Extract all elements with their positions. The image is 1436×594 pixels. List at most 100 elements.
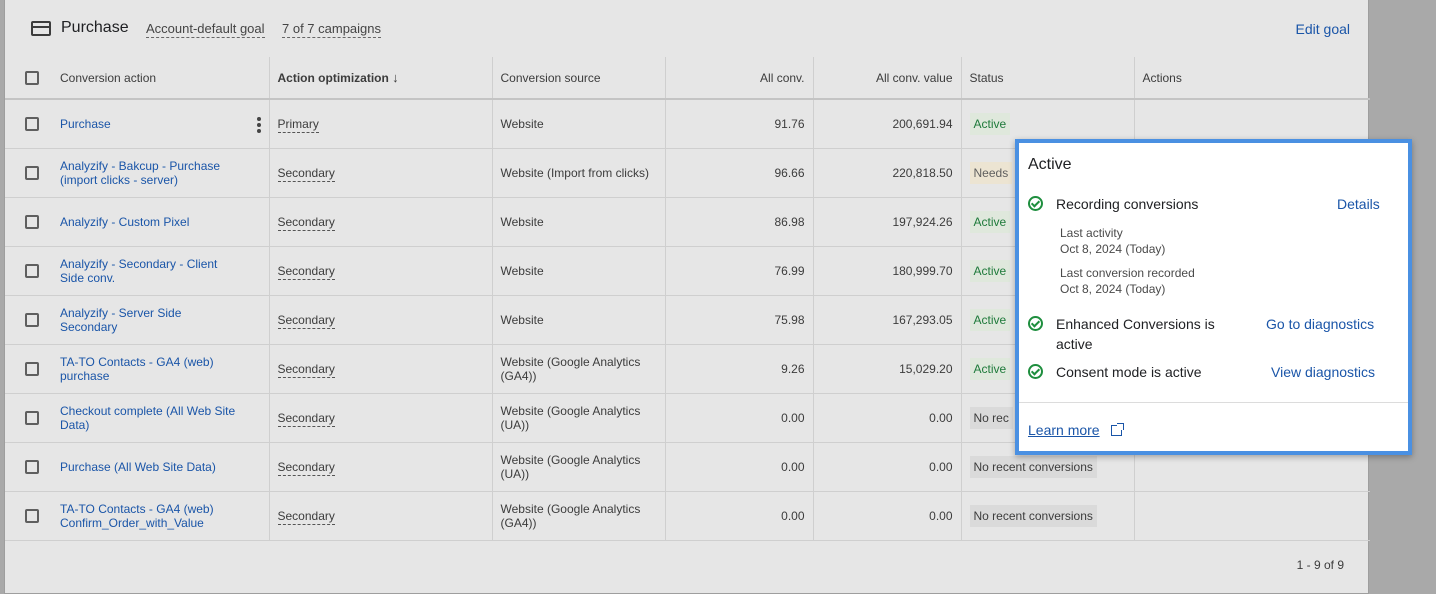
status-badge[interactable]: No recent conversions [969,504,1097,527]
conversion-action-link[interactable]: Analyzify - Secondary - Client Side conv… [60,257,261,285]
status-badge[interactable]: No recent conversions [969,455,1097,478]
all-conv-value-cell: 167,293.05 [813,295,962,345]
col-action-optimization[interactable]: Action optimization ↓ [269,57,493,100]
row-checkbox[interactable] [25,165,39,180]
optimization-cell: Secondary [269,393,493,443]
consent-label: Consent mode is active [1056,364,1202,380]
col-conversion-action[interactable]: Conversion action [52,57,270,100]
row-checkbox-cell [5,99,52,149]
table-row: TA-TO Contacts - GA4 (web) Confirm_Order… [5,491,1370,541]
col-all-conv-value[interactable]: All conv. value [813,57,962,100]
all-conv-value-cell: 200,691.94 [813,99,962,149]
col-actions: Actions [1134,57,1370,100]
all-conv: 96.66 [774,165,805,180]
all-conv-cell: 91.76 [665,99,814,149]
optimization-cell: Secondary [269,197,493,247]
conversion-source: Website [500,116,544,131]
all-conv-cell: 96.66 [665,148,814,198]
optimization-value[interactable]: Secondary [277,508,335,525]
details-link[interactable]: Details [1337,196,1380,212]
status-badge[interactable]: Active [969,259,1011,282]
go-to-diagnostics-link[interactable]: Go to diagnostics [1266,316,1374,332]
conversion-action-link[interactable]: Analyzify - Server Side Secondary [60,306,261,334]
credit-card-icon [31,21,51,36]
edit-goal-button[interactable]: Edit goal [1296,21,1350,37]
last-activity-label: Last activity [1060,226,1123,240]
source-cell: Website (Google Analytics (GA4)) [492,344,666,394]
optimization-cell: Secondary [269,491,493,541]
optimization-value[interactable]: Primary [277,116,319,133]
row-checkbox[interactable] [25,361,39,376]
optimization-value[interactable]: Secondary [277,459,335,476]
all-conv-value-cell: 0.00 [813,491,962,541]
col-conversion-source[interactable]: Conversion source [492,57,666,100]
all-conv-cell: 0.00 [665,393,814,443]
row-checkbox[interactable] [25,263,39,278]
row-checkbox[interactable] [25,214,39,229]
learn-more-link[interactable]: Learn more [1028,422,1100,438]
campaigns-link[interactable]: 7 of 7 campaigns [282,22,382,38]
more-vert-icon[interactable] [256,117,261,135]
status-badge[interactable]: No rec [969,406,1013,429]
row-checkbox-cell [5,295,52,345]
all-conv-value-cell: 180,999.70 [813,246,962,296]
status-badge[interactable]: Active [969,357,1011,380]
check-circle-icon [1028,364,1043,379]
conversion-source: Website [500,263,544,278]
all-conv-cell: 75.98 [665,295,814,345]
select-all-checkbox[interactable] [25,70,39,85]
all-conv: 91.76 [774,116,805,131]
enhanced-label-line1: Enhanced Conversions is [1056,316,1215,332]
optimization-value[interactable]: Secondary [277,263,335,280]
conversion-action-cell: TA-TO Contacts - GA4 (web) Confirm_Order… [52,491,270,541]
all-conv: 75.98 [774,312,805,327]
row-checkbox[interactable] [25,410,39,425]
col-status[interactable]: Status [961,57,1135,100]
conversion-action-link[interactable]: Analyzify - Bakcup - Purchase (import cl… [60,159,261,187]
all-conv-value-cell: 0.00 [813,393,962,443]
row-checkbox[interactable] [25,508,39,523]
conversion-action-link[interactable]: Checkout complete (All Web Site Data) [60,404,261,432]
optimization-cell: Secondary [269,295,493,345]
check-circle-icon [1028,316,1043,331]
all-conv-cell: 0.00 [665,442,814,492]
all-conv-cell: 9.26 [665,344,814,394]
source-cell: Website [492,246,666,296]
status-badge[interactable]: Active [969,210,1011,233]
goal-type-link[interactable]: Account-default goal [146,22,265,38]
row-checkbox[interactable] [25,312,39,327]
row-checkbox-cell [5,344,52,394]
conversion-source: Website (Google Analytics (UA)) [500,403,641,432]
row-checkbox-cell [5,442,52,492]
status-badge[interactable]: Active [969,308,1011,331]
popup-title: Active [1028,156,1072,173]
conversion-action-link[interactable]: Purchase (All Web Site Data) [60,460,261,474]
popup-divider [1019,402,1408,403]
row-checkbox[interactable] [25,116,39,131]
all-conv: 9.26 [781,361,805,376]
all-conv-value: 220,818.50 [892,165,953,180]
optimization-value[interactable]: Secondary [277,214,335,231]
last-conversion-value: Oct 8, 2024 (Today) [1060,282,1166,296]
conversion-action-link[interactable]: TA-TO Contacts - GA4 (web) Confirm_Order… [60,502,261,530]
status-badge[interactable]: Needs [969,161,1013,184]
optimization-value[interactable]: Secondary [277,361,335,378]
view-diagnostics-link[interactable]: View diagnostics [1271,364,1375,380]
optimization-value[interactable]: Secondary [277,165,335,182]
all-conv: 76.99 [774,263,805,278]
sort-arrow-down-icon: ↓ [392,70,399,85]
optimization-value[interactable]: Secondary [277,410,335,427]
conversion-action-link[interactable]: Analyzify - Custom Pixel [60,215,261,229]
all-conv-value-cell: 0.00 [813,442,962,492]
row-checkbox-cell [5,148,52,198]
col-all-conv[interactable]: All conv. [665,57,814,100]
optimization-value[interactable]: Secondary [277,312,335,329]
conversion-action-link[interactable]: TA-TO Contacts - GA4 (web) purchase [60,355,261,383]
all-conv-value-cell: 15,029.20 [813,344,962,394]
row-checkbox[interactable] [25,459,39,474]
all-conv-cell: 76.99 [665,246,814,296]
status-badge[interactable]: Active [969,112,1011,135]
conversion-action-link[interactable]: Purchase [60,117,261,131]
conversion-source: Website (Import from clicks) [500,165,649,180]
last-activity-value: Oct 8, 2024 (Today) [1060,242,1166,256]
